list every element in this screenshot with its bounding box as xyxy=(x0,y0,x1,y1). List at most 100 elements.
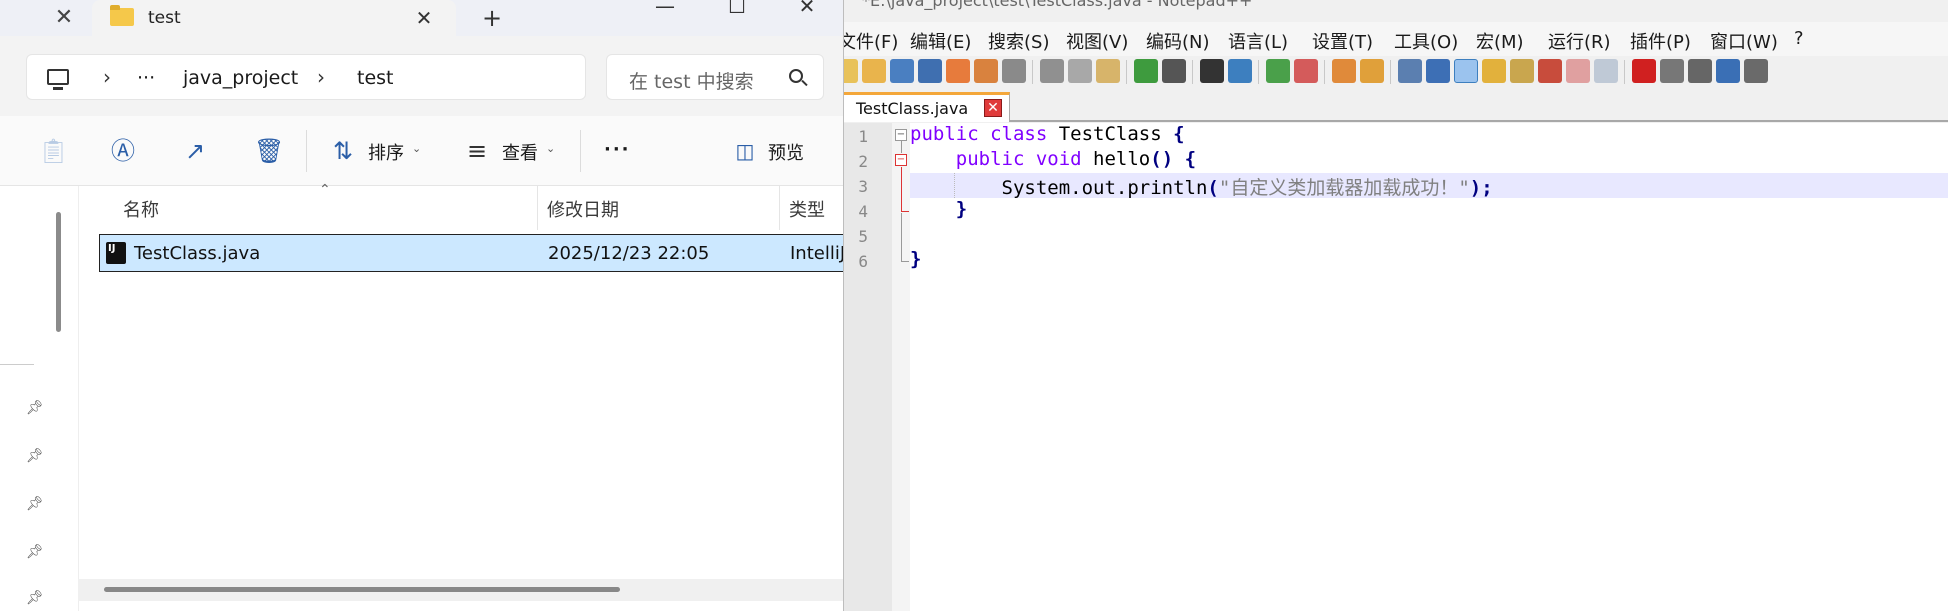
save-icon[interactable] xyxy=(890,59,914,83)
this-pc-icon[interactable] xyxy=(47,69,69,90)
copy-icon[interactable] xyxy=(1068,59,1092,83)
fold-toggle-icon[interactable]: − xyxy=(895,154,907,166)
replace-icon[interactable] xyxy=(1228,59,1252,83)
tab-close-icon[interactable]: ✕ xyxy=(410,4,438,32)
pin-icon[interactable]: 📌︎ xyxy=(26,544,44,560)
show-all-characters-icon[interactable] xyxy=(1426,59,1450,83)
menu-edit[interactable]: 编辑(E) xyxy=(910,28,971,54)
zoom-out-icon[interactable] xyxy=(1294,59,1318,83)
menu-tools[interactable]: 工具(O) xyxy=(1394,28,1458,54)
pin-icon[interactable]: 📌︎ xyxy=(26,590,44,606)
folder-as-workspace-icon[interactable] xyxy=(1566,59,1590,83)
menu-search[interactable]: 搜索(S) xyxy=(988,28,1049,54)
divider xyxy=(1258,60,1259,84)
redo-icon[interactable] xyxy=(1162,59,1186,83)
chevron-right-icon[interactable]: › xyxy=(317,65,325,89)
cut-icon[interactable] xyxy=(1040,59,1064,83)
run-macro-multiple-icon[interactable] xyxy=(1716,59,1740,83)
method-call: System.out.println xyxy=(1001,177,1208,199)
rename-icon[interactable]: Ⓐ xyxy=(110,138,136,164)
brace: } xyxy=(910,248,922,270)
explorer-tab[interactable]: test ✕ xyxy=(92,0,456,36)
preview-button[interactable]: 预览 xyxy=(768,139,804,165)
search-input[interactable]: 在 test 中搜索 xyxy=(606,54,824,100)
record-macro-icon[interactable] xyxy=(1632,59,1656,83)
close-all-icon[interactable] xyxy=(974,59,998,83)
close-tab-icon[interactable]: ✕ xyxy=(984,99,1002,117)
preview-pane-icon[interactable]: ◫ xyxy=(732,138,758,164)
menu-language[interactable]: 语言(L) xyxy=(1228,28,1288,54)
pin-icon[interactable]: 📌︎ xyxy=(26,496,44,512)
chevron-down-icon[interactable]: ⌄ xyxy=(546,142,555,155)
horizontal-scrollbar-thumb[interactable] xyxy=(104,587,620,592)
paste-icon[interactable] xyxy=(1096,59,1120,83)
menu-window[interactable]: 窗口(W) xyxy=(1710,28,1778,54)
column-header-modified[interactable]: 修改日期 xyxy=(547,196,619,222)
breadcrumb-test[interactable]: test xyxy=(357,67,394,89)
share-icon[interactable]: ↗ xyxy=(182,138,208,164)
column-divider[interactable] xyxy=(537,186,538,230)
indent-guide-icon[interactable] xyxy=(1454,59,1478,83)
menu-settings[interactable]: 设置(T) xyxy=(1312,28,1373,54)
user-language-icon[interactable] xyxy=(1482,59,1506,83)
sync-horizontal-icon[interactable] xyxy=(1360,59,1384,83)
chevron-right-icon[interactable]: › xyxy=(103,65,111,89)
sort-icon[interactable]: ⇅ xyxy=(330,138,356,164)
fold-toggle-icon[interactable]: − xyxy=(895,129,907,141)
print-icon[interactable] xyxy=(1002,59,1026,83)
column-divider[interactable] xyxy=(779,186,780,230)
word-wrap-icon[interactable] xyxy=(1398,59,1422,83)
open-file-icon[interactable] xyxy=(862,59,886,83)
menu-encoding[interactable]: 编码(N) xyxy=(1146,28,1210,54)
code-editor[interactable]: 1 2 3 4 5 6 − − public class TestClass {… xyxy=(844,123,1948,611)
pin-icon[interactable]: 📌︎ xyxy=(26,448,44,464)
save-all-icon[interactable] xyxy=(918,59,942,83)
menu-macro[interactable]: 宏(M) xyxy=(1476,28,1524,54)
line-number: 4 xyxy=(858,202,868,221)
menu-view[interactable]: 视图(V) xyxy=(1066,28,1128,54)
monitoring-icon[interactable] xyxy=(1594,59,1618,83)
stop-macro-icon[interactable] xyxy=(1660,59,1684,83)
sync-vertical-icon[interactable] xyxy=(1332,59,1356,83)
fold-end-marker xyxy=(901,211,909,212)
menu-run[interactable]: 运行(R) xyxy=(1548,28,1611,54)
view-button[interactable]: 查看 xyxy=(502,139,538,165)
breadcrumb-java-project[interactable]: java_project xyxy=(183,67,298,89)
zoom-in-icon[interactable] xyxy=(1266,59,1290,83)
divider xyxy=(1624,60,1625,84)
breadcrumb-ellipsis[interactable]: ··· xyxy=(137,67,155,89)
address-bar[interactable]: › ··· java_project › test xyxy=(26,54,586,100)
pin-icon[interactable]: 📌︎ xyxy=(26,400,44,416)
document-tab[interactable]: TestClass.java ✕ xyxy=(844,92,1010,122)
column-header-name[interactable]: 名称 xyxy=(123,196,159,222)
file-modified-date: 2025/12/23 22:05 xyxy=(548,243,710,264)
function-list-icon[interactable] xyxy=(1538,59,1562,83)
paste-icon[interactable]: 📋︎ xyxy=(38,138,68,164)
save-macro-icon[interactable] xyxy=(1744,59,1768,83)
view-icon[interactable]: ≡ xyxy=(464,138,490,164)
menu-file[interactable]: 文件(F) xyxy=(844,28,898,54)
chevron-down-icon[interactable]: ⌄ xyxy=(412,142,421,155)
window-close-icon[interactable]: ✕ xyxy=(792,0,822,18)
close-icon[interactable]: ✕ xyxy=(50,4,78,32)
maximize-icon[interactable]: ☐ xyxy=(722,0,752,18)
column-header-type[interactable]: 类型 xyxy=(789,196,825,222)
new-file-icon[interactable] xyxy=(844,59,858,83)
search-icon[interactable] xyxy=(789,69,803,83)
delete-icon[interactable]: 🗑︎ xyxy=(254,138,284,164)
document-map-icon[interactable] xyxy=(1510,59,1534,83)
more-options-button[interactable]: ··· xyxy=(604,139,631,160)
sort-button[interactable]: 排序 xyxy=(368,139,404,165)
menu-help[interactable]: ? xyxy=(1794,28,1804,49)
file-row-selected[interactable]: TestClass.java 2025/12/23 22:05 IntelliJ xyxy=(99,234,843,272)
play-macro-icon[interactable] xyxy=(1688,59,1712,83)
find-icon[interactable] xyxy=(1200,59,1224,83)
undo-icon[interactable] xyxy=(1134,59,1158,83)
fold-line xyxy=(901,213,902,261)
minimize-icon[interactable]: — xyxy=(650,0,680,18)
brace: { xyxy=(1173,148,1197,170)
new-tab-button[interactable]: + xyxy=(476,4,508,32)
menu-plugins[interactable]: 插件(P) xyxy=(1630,28,1691,54)
close-file-icon[interactable] xyxy=(946,59,970,83)
sidebar-scrollbar[interactable] xyxy=(56,212,61,332)
